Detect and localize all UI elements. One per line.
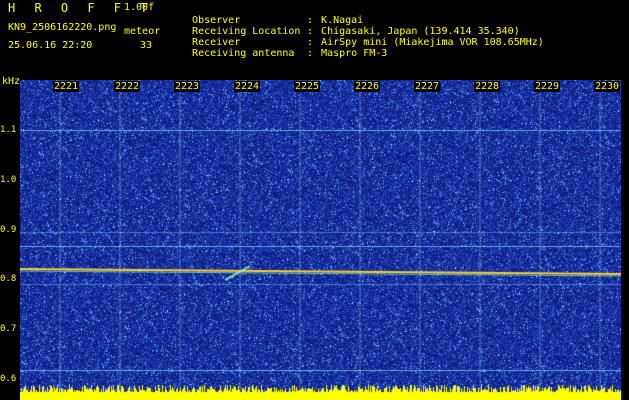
time-tick-label: 2228: [474, 81, 501, 92]
time-tick-label: 2227: [414, 81, 441, 92]
meteor-label: meteor: [124, 26, 161, 37]
version-label: 1.00f: [124, 2, 155, 13]
time-tick-label: 2225: [294, 81, 321, 92]
filename-label: KN9_2506162220.png: [8, 22, 117, 33]
datetime-label: 25.06.16 22:20: [8, 40, 93, 51]
meteor-count: 33: [140, 40, 153, 51]
y-tick-label: 0.6: [0, 374, 17, 384]
info-value: Maspro FM-3: [321, 48, 388, 59]
time-tick-label: 2221: [53, 81, 80, 92]
info-key: Receiving antenna: [192, 48, 295, 59]
time-tick-label: 2224: [234, 81, 261, 92]
y-tick-label: 0.8: [0, 274, 17, 284]
time-tick-label: 2222: [114, 81, 141, 92]
y-tick-label: 1.0: [0, 175, 17, 185]
time-tick-label: 2226: [354, 81, 381, 92]
y-unit-label: kHz: [2, 76, 21, 87]
time-tick-label: 2229: [534, 81, 561, 92]
info-antenna: Receiving antenna: Maspro FM-3: [180, 37, 387, 59]
time-tick-label: 2223: [174, 81, 201, 92]
spectrogram-plot: [20, 80, 621, 400]
info-colon: :: [307, 48, 314, 59]
y-tick-label: 1.1: [0, 125, 17, 135]
y-tick-label: 0.7: [0, 324, 17, 334]
time-tick-label: 2230: [594, 81, 621, 92]
y-tick-label: 0.9: [0, 225, 17, 235]
